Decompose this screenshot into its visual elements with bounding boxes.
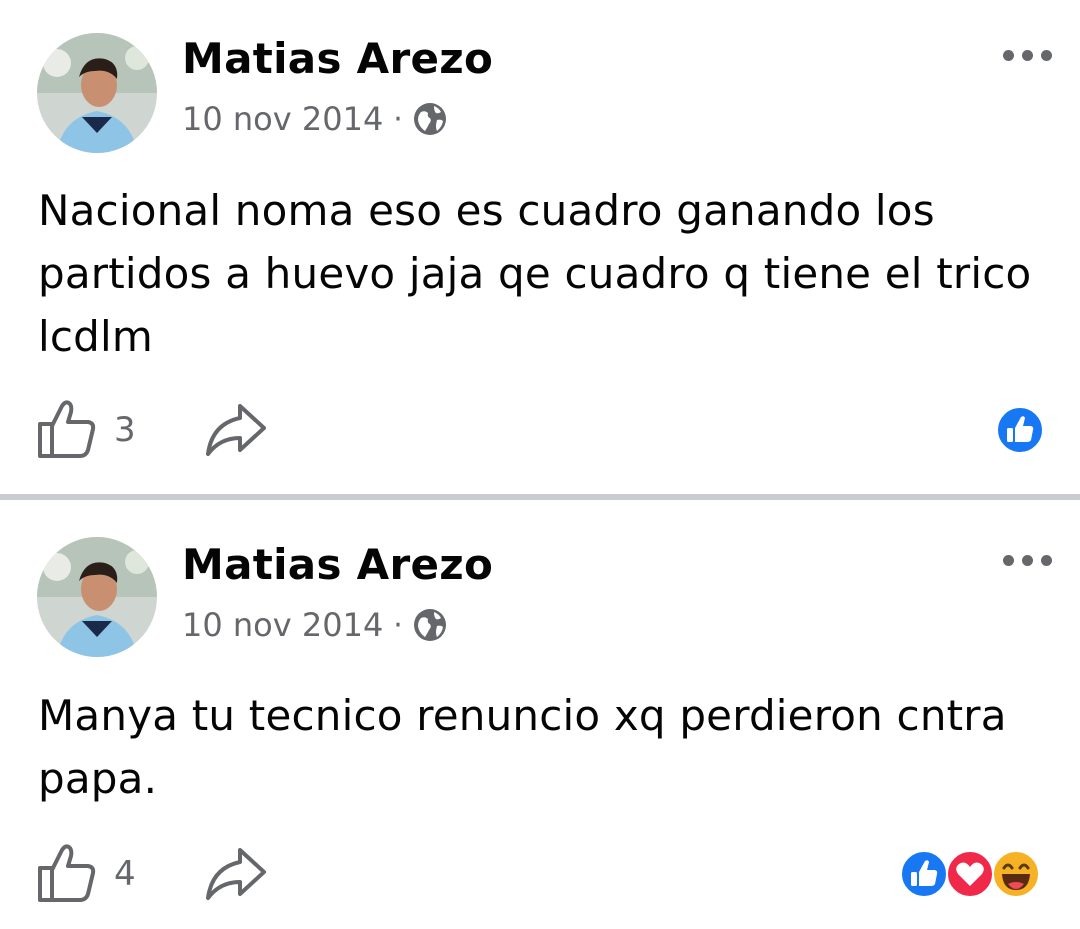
love-reaction-icon[interactable] bbox=[946, 850, 994, 898]
avatar[interactable] bbox=[37, 537, 157, 657]
share-icon[interactable] bbox=[204, 402, 268, 458]
like-icon[interactable] bbox=[36, 398, 98, 460]
post-card: Matias Arezo 10 nov 2014 · Manya tu tecn… bbox=[0, 500, 1080, 929]
more-options-button[interactable] bbox=[1003, 555, 1052, 566]
post-meta: 10 nov 2014 · bbox=[182, 100, 447, 138]
avatar[interactable] bbox=[37, 33, 157, 153]
share-icon[interactable] bbox=[204, 846, 268, 902]
like-reaction-icon[interactable] bbox=[900, 850, 948, 898]
like-reaction-icon[interactable] bbox=[996, 406, 1044, 454]
globe-icon bbox=[413, 609, 446, 641]
post-meta: 10 nov 2014 · bbox=[182, 606, 447, 644]
post-date[interactable]: 10 nov 2014 bbox=[182, 100, 383, 138]
post-card: Matias Arezo 10 nov 2014 · Nacional noma… bbox=[0, 0, 1080, 494]
author-name[interactable]: Matias Arezo bbox=[182, 540, 493, 589]
like-icon[interactable] bbox=[36, 842, 98, 904]
separator: · bbox=[393, 101, 403, 137]
post-text: Manya tu tecnico renuncio xq perdieron c… bbox=[38, 691, 1007, 803]
post-text: Nacional noma eso es cuadro ganando los … bbox=[38, 186, 1032, 361]
separator: · bbox=[393, 607, 403, 643]
post-date[interactable]: 10 nov 2014 bbox=[182, 606, 383, 644]
like-count: 4 bbox=[114, 854, 136, 894]
more-options-button[interactable] bbox=[1003, 50, 1052, 61]
haha-reaction-icon[interactable] bbox=[992, 850, 1040, 898]
like-count: 3 bbox=[114, 410, 136, 450]
globe-icon bbox=[413, 103, 446, 135]
author-name[interactable]: Matias Arezo bbox=[182, 34, 493, 83]
